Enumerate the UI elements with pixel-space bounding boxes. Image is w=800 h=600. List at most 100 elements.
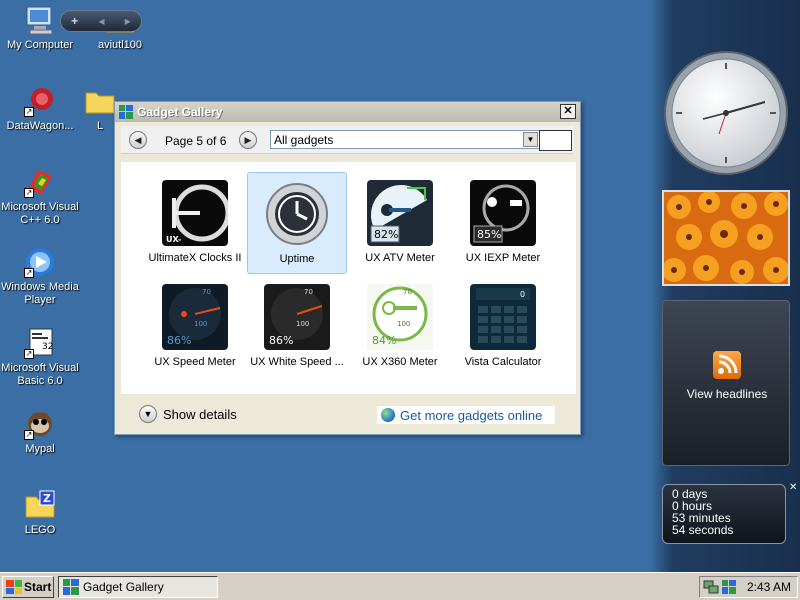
gadget-tile-atv-meter[interactable]: 82% UX ATV Meter [350, 172, 450, 274]
gadget-name: UX X360 Meter [362, 356, 438, 368]
ultimatex-clocks-icon: UX- [162, 180, 228, 246]
folder-icon [84, 85, 116, 117]
slideshow-gadget[interactable] [662, 190, 790, 286]
gadget-tile-x360-meter[interactable]: 70 100 84% UX X360 Meter [350, 276, 450, 378]
desktop-icon-mypal[interactable]: ↗ Mypal [0, 408, 80, 456]
show-details-toggle[interactable]: ▼ Show details [139, 405, 237, 423]
rss-icon [713, 351, 741, 379]
start-label: Start [24, 580, 52, 594]
sidebar-prev-button[interactable]: ◂ [98, 14, 104, 28]
desktop-icon-visual-basic[interactable]: 32 ↗ Microsoft Visual Basic 6.0 [0, 327, 80, 388]
start-button[interactable]: Start [2, 576, 54, 598]
svg-text:70: 70 [403, 288, 412, 296]
flowers-photo [664, 192, 788, 284]
gadget-tile-uptime[interactable]: Uptime [247, 172, 347, 274]
svg-text:0: 0 [520, 290, 525, 299]
desktop-icon-visual-cpp[interactable]: ↗ Microsoft Visual C++ 6.0 [0, 166, 80, 227]
window-titlebar[interactable]: Gadget Gallery [115, 102, 580, 122]
svg-text:100: 100 [194, 320, 207, 328]
desktop-icon-label: LEGO [24, 524, 56, 536]
gadget-grid: UX- UltimateX Clocks II Uptime 82% UX AT… [121, 162, 576, 394]
visual-cpp-icon: ↗ [24, 166, 56, 198]
gadget-tile-ultimatex-clocks[interactable]: UX- UltimateX Clocks II [145, 172, 245, 274]
globe-icon [381, 408, 395, 422]
desktop-icon-datawagon[interactable]: ↗ DataWagon... [0, 85, 80, 133]
gallery-app-icon [119, 105, 133, 119]
close-button[interactable]: ✕ [560, 104, 576, 119]
taskbar: Start Gadget Gallery 2:43 AM [0, 572, 800, 600]
gadget-name: Uptime [279, 253, 315, 265]
desktop-icon-label: Mypal [25, 443, 55, 455]
svg-text:UX-: UX- [166, 235, 181, 244]
clock-gadget[interactable] [663, 50, 789, 176]
desktop-icon-label: Microsoft Visual C++ 6.0 [1, 201, 79, 226]
atv-percent: 82% [374, 228, 398, 241]
white-speed-percent: 86% [269, 334, 293, 347]
gadget-tile-white-speed[interactable]: 70 100 86% UX White Speed ... [247, 276, 347, 378]
iexp-meter-icon: 85% [470, 180, 536, 246]
windows-logo-icon [6, 580, 22, 594]
shortcut-arrow-icon: ↗ [24, 349, 34, 359]
chevron-down-icon[interactable]: ▼ [523, 132, 538, 147]
get-more-gadgets-label: Get more gadgets online [400, 407, 543, 423]
svg-text:100: 100 [397, 320, 410, 328]
feed-headlines-gadget[interactable]: View headlines [662, 300, 790, 466]
zip-folder-icon: Z [24, 489, 56, 521]
taskbar-item-gadget-gallery[interactable]: Gadget Gallery [58, 576, 218, 598]
search-box[interactable] [539, 130, 572, 151]
previous-page-button[interactable]: ◀ [129, 131, 147, 149]
gadget-tile-vista-calculator[interactable]: 0 Vista Calculator [453, 276, 553, 378]
computer-icon [24, 4, 56, 36]
gallery-navigation: ◀ Page 5 of 6 ▶ All gadgets ▼ [121, 126, 574, 154]
clock-face-icon [664, 51, 788, 175]
view-headlines-link[interactable]: View headlines [663, 387, 791, 401]
speed-meter-icon: 70 100 86% [162, 284, 228, 350]
shortcut-arrow-icon: ↗ [24, 430, 34, 440]
category-dropdown-value: All gadgets [274, 133, 334, 147]
gallery-app-icon [63, 579, 79, 595]
svg-text:70: 70 [202, 288, 211, 296]
visual-basic-icon: 32 ↗ [24, 327, 56, 359]
speed-percent: 86% [167, 334, 191, 347]
next-page-button[interactable]: ▶ [239, 131, 257, 149]
uptime-close-icon[interactable]: ✕ [789, 482, 799, 494]
gadget-name: UX IEXP Meter [465, 252, 541, 264]
category-dropdown[interactable]: All gadgets ▼ [270, 130, 540, 149]
network-tray-icon[interactable] [703, 579, 719, 595]
gadget-name: UX ATV Meter [365, 252, 435, 264]
shortcut-arrow-icon: ↗ [24, 188, 34, 198]
sidebar-tray-icon[interactable] [721, 579, 737, 595]
mypal-icon: ↗ [24, 408, 56, 440]
desktop-icon-label: Microsoft Visual Basic 6.0 [1, 362, 79, 387]
shortcut-arrow-icon: ↗ [24, 107, 34, 117]
desktop-icon-lego[interactable]: Z LEGO [0, 489, 80, 537]
gadget-tile-iexp-meter[interactable]: 85% UX IEXP Meter [453, 172, 553, 274]
iexp-percent: 85% [477, 228, 501, 241]
uptime-seconds: 54 seconds [672, 523, 734, 537]
desktop: My Computer aviutl100 ↗ DataWagon... L ↗… [0, 0, 800, 572]
desktop-icon-media-player[interactable]: ↗ Windows Media Player [0, 246, 80, 307]
svg-text:32: 32 [42, 342, 53, 352]
uptime-gadget[interactable]: 0 days 0 hours 53 minutes 54 seconds [662, 484, 786, 544]
desktop-icon-label: My Computer [6, 39, 74, 51]
x360-percent: 84% [372, 334, 396, 347]
gadget-name: UltimateX Clocks II [148, 252, 242, 264]
sidebar-next-button[interactable]: ▸ [125, 14, 131, 28]
add-gadget-button[interactable]: + [71, 14, 78, 28]
gadget-tile-speed-meter[interactable]: 70 100 86% UX Speed Meter [145, 276, 245, 378]
uptime-clock-icon [264, 181, 330, 247]
taskbar-item-label: Gadget Gallery [83, 580, 164, 594]
sidebar-controls: + ◂ ▸ [60, 10, 142, 32]
gallery-footer: ▼ Show details Get more gadgets online [121, 396, 576, 430]
get-more-gadgets-link[interactable]: Get more gadgets online [377, 406, 555, 424]
gadget-gallery-window: Gadget Gallery ✕ ◀ Page 5 of 6 ▶ All gad… [114, 101, 581, 435]
show-details-label: Show details [163, 406, 237, 422]
desktop-icon-label: Windows Media Player [1, 281, 79, 306]
desktop-icon-label: DataWagon... [6, 120, 74, 132]
desktop-icon-label: aviutl100 [97, 39, 143, 51]
gadget-name: UX White Speed ... [250, 356, 344, 368]
svg-text:100: 100 [296, 320, 309, 328]
gadget-name: Vista Calculator [464, 356, 542, 368]
chevron-down-icon: ▼ [139, 405, 157, 423]
tray-clock[interactable]: 2:43 AM [747, 580, 791, 594]
